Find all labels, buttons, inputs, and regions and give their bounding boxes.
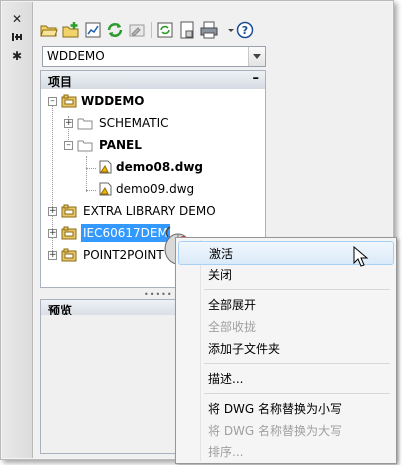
tree-node-wddemo[interactable]: – WDDEMO <box>47 92 257 110</box>
tree-node-label: SCHEMATIC <box>99 116 169 130</box>
project-selector[interactable]: WDDEMO <box>42 46 266 67</box>
project-icon <box>61 204 77 218</box>
project-icon <box>61 248 77 262</box>
project-icon <box>61 226 77 240</box>
menu-item-sort[interactable]: 排序... <box>178 440 392 460</box>
expand-node-icon[interactable]: + <box>48 229 57 238</box>
drawing-file-icon <box>99 160 112 174</box>
collapse-node-icon[interactable]: – <box>48 97 57 106</box>
tree-node-label: demo09.dwg <box>116 182 195 196</box>
menu-item-lowercase-dwg[interactable]: 将 DWG 名称替换为小写 <box>178 397 392 419</box>
chevron-down-icon[interactable] <box>248 47 265 66</box>
settings-icon[interactable]: ✱ <box>11 50 23 62</box>
open-project-icon[interactable] <box>40 21 58 39</box>
folder-icon <box>77 118 93 130</box>
tree-node-demo09[interactable]: demo09.dwg <box>95 180 245 198</box>
update-icon[interactable] <box>156 21 174 39</box>
menu-item-describe[interactable]: 描述... <box>178 367 392 389</box>
project-properties-icon[interactable] <box>84 21 102 39</box>
plot-icon[interactable] <box>200 21 218 39</box>
drawing-file-icon <box>99 182 112 196</box>
new-project-icon[interactable] <box>62 21 80 39</box>
tree-node-label: POINT2POINT <box>83 248 164 262</box>
folder-open-icon <box>77 140 93 152</box>
tree-node-label: demo08.dwg <box>116 160 203 174</box>
tree-node-label: IEC60617DEM <box>81 224 170 242</box>
menu-item-add-subfolder[interactable]: 添加子文件夹 <box>178 337 392 359</box>
dropdown-arrow-icon[interactable] <box>222 21 234 39</box>
svg-text:?: ? <box>242 24 248 37</box>
projects-section-header[interactable]: 项目 – <box>40 70 266 90</box>
menu-item-uppercase-dwg[interactable]: 将 DWG 名称替换为大写 <box>178 419 392 441</box>
projects-section-title: 项目 <box>48 75 73 89</box>
close-icon[interactable]: ✕ <box>11 13 23 25</box>
tree-node-schematic[interactable]: + SCHEMATIC <box>63 114 253 132</box>
cursor-icon <box>353 246 369 267</box>
project-icon <box>61 94 77 108</box>
tree-node-panel[interactable]: – PANEL <box>63 136 253 154</box>
expand-node-icon[interactable]: + <box>48 207 57 216</box>
menu-item-expand-all[interactable]: 全部展开 <box>178 293 392 315</box>
refresh-icon[interactable] <box>106 21 124 39</box>
pin-icon[interactable] <box>11 31 23 43</box>
expand-node-icon[interactable]: + <box>64 119 73 128</box>
tree-node-extra-library[interactable]: + EXTRA LIBRARY DEMO <box>47 202 257 220</box>
collapse-node-icon[interactable]: – <box>64 141 73 150</box>
tree-node-label: WDDEMO <box>81 94 145 108</box>
help-icon[interactable]: ? <box>236 21 254 39</box>
expand-node-icon[interactable]: + <box>48 251 57 260</box>
collapse-icon[interactable]: – <box>253 71 260 86</box>
context-menu: 激活 关闭 全部展开 全部收拢 添加子文件夹 描述... 将 DWG 名称替换为… <box>175 237 397 464</box>
menu-item-collapse-all[interactable]: 全部收拢 <box>178 315 392 337</box>
tree-node-label: PANEL <box>99 138 142 152</box>
palette-title-strip: ✕ ✱ <box>2 2 33 458</box>
project-selector-value: WDDEMO <box>47 49 105 63</box>
tree-node-label: EXTRA LIBRARY DEMO <box>83 204 216 218</box>
describe-icon[interactable] <box>128 21 146 39</box>
tree-node-demo08[interactable]: demo08.dwg <box>95 158 245 176</box>
titleblock-icon[interactable] <box>178 21 196 39</box>
splitter-grip: ••••• <box>144 290 173 299</box>
